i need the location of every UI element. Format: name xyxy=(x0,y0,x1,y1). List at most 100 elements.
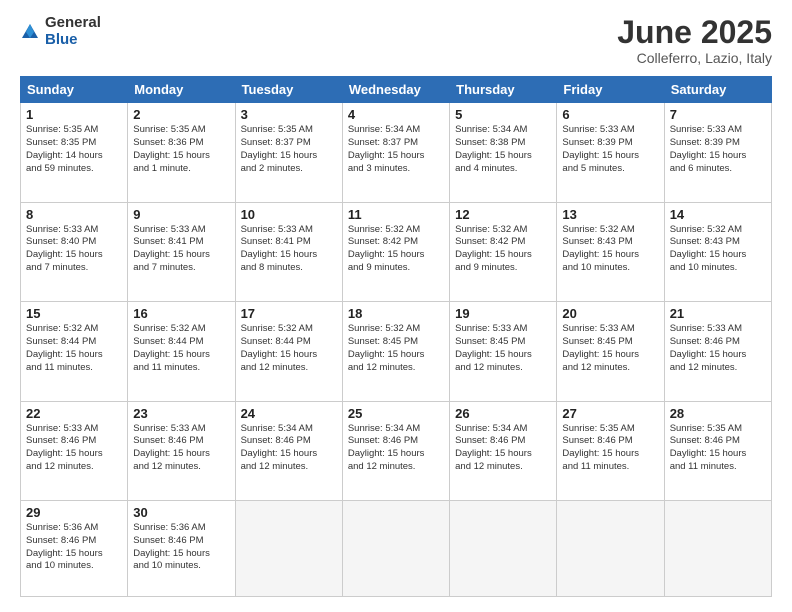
calendar-cell: 13Sunrise: 5:32 AMSunset: 8:43 PMDayligh… xyxy=(557,202,664,301)
day-info: Sunrise: 5:33 AMSunset: 8:46 PMDaylight:… xyxy=(133,423,229,474)
logo: General Blue xyxy=(20,15,101,48)
day-number: 11 xyxy=(348,207,444,222)
logo-general-text: General xyxy=(45,15,101,32)
calendar-week-row: 15 Sunrise: 5:32 AMSunset: 8:44 PMDayligh… xyxy=(21,302,772,401)
day-number: 9 xyxy=(133,207,229,222)
location-subtitle: Colleferro, Lazio, Italy xyxy=(617,50,772,66)
day-info: Sunrise: 5:32 AMSunset: 8:44 PMDaylight:… xyxy=(133,323,229,374)
calendar-cell: 16 Sunrise: 5:32 AMSunset: 8:44 PMDayligh… xyxy=(128,302,235,401)
day-info: Sunrise: 5:34 AMSunset: 8:46 PMDaylight:… xyxy=(241,423,337,474)
day-number: 22 xyxy=(26,406,122,421)
calendar-cell: 24 Sunrise: 5:34 AMSunset: 8:46 PMDayligh… xyxy=(235,401,342,500)
day-info: Sunrise: 5:33 AMSunset: 8:46 PMDaylight:… xyxy=(670,323,766,374)
day-number: 26 xyxy=(455,406,551,421)
calendar-cell: 14 Sunrise: 5:32 AMSunset: 8:43 PMDayligh… xyxy=(664,202,771,301)
calendar-cell: 15 Sunrise: 5:32 AMSunset: 8:44 PMDayligh… xyxy=(21,302,128,401)
day-info: Sunrise: 5:32 AMSunset: 8:44 PMDaylight:… xyxy=(26,323,122,374)
day-number: 28 xyxy=(670,406,766,421)
calendar-cell: 3 Sunrise: 5:35 AMSunset: 8:37 PMDaylight… xyxy=(235,103,342,202)
calendar-cell: 10 Sunrise: 5:33 AMSunset: 8:41 PMDayligh… xyxy=(235,202,342,301)
day-info: Sunrise: 5:33 AMSunset: 8:41 PMDaylight:… xyxy=(133,224,229,275)
day-number: 14 xyxy=(670,207,766,222)
day-info: Sunrise: 5:33 AMSunset: 8:39 PMDaylight:… xyxy=(670,124,766,175)
calendar-cell: 27 Sunrise: 5:35 AMSunset: 8:46 PMDayligh… xyxy=(557,401,664,500)
header-thursday: Thursday xyxy=(450,77,557,103)
calendar-cell xyxy=(342,500,449,596)
day-info: Sunrise: 5:34 AMSunset: 8:37 PMDaylight:… xyxy=(348,124,444,175)
logo-icon xyxy=(20,22,40,42)
day-number: 17 xyxy=(241,306,337,321)
day-info: Sunrise: 5:32 AMSunset: 8:43 PMDaylight:… xyxy=(670,224,766,275)
calendar-cell: 17 Sunrise: 5:32 AMSunset: 8:44 PMDayligh… xyxy=(235,302,342,401)
day-number: 29 xyxy=(26,505,122,520)
day-info: Sunrise: 5:33 AMSunset: 8:40 PMDaylight:… xyxy=(26,224,122,275)
month-title: June 2025 xyxy=(617,15,772,50)
day-number: 5 xyxy=(455,107,551,122)
calendar-cell: 7Sunrise: 5:33 AMSunset: 8:39 PMDaylight… xyxy=(664,103,771,202)
calendar-table: Sunday Monday Tuesday Wednesday Thursday… xyxy=(20,76,772,597)
calendar-cell: 1 Sunrise: 5:35 AMSunset: 8:35 PMDaylight… xyxy=(21,103,128,202)
day-number: 18 xyxy=(348,306,444,321)
calendar-cell xyxy=(450,500,557,596)
calendar-cell xyxy=(557,500,664,596)
calendar-cell: 11 Sunrise: 5:32 AMSunset: 8:42 PMDayligh… xyxy=(342,202,449,301)
weekday-header-row: Sunday Monday Tuesday Wednesday Thursday… xyxy=(21,77,772,103)
day-number: 19 xyxy=(455,306,551,321)
calendar-cell: 2 Sunrise: 5:35 AMSunset: 8:36 PMDaylight… xyxy=(128,103,235,202)
day-info: Sunrise: 5:33 AMSunset: 8:46 PMDaylight:… xyxy=(26,423,122,474)
day-info: Sunrise: 5:35 AMSunset: 8:37 PMDaylight:… xyxy=(241,124,337,175)
calendar-cell xyxy=(664,500,771,596)
title-block: June 2025 Colleferro, Lazio, Italy xyxy=(617,15,772,66)
calendar-week-row: 29 Sunrise: 5:36 AMSunset: 8:46 PMDayligh… xyxy=(21,500,772,596)
calendar-cell: 18Sunrise: 5:32 AMSunset: 8:45 PMDayligh… xyxy=(342,302,449,401)
day-info: Sunrise: 5:34 AMSunset: 8:38 PMDaylight:… xyxy=(455,124,551,175)
calendar-week-row: 22 Sunrise: 5:33 AMSunset: 8:46 PMDayligh… xyxy=(21,401,772,500)
day-number: 10 xyxy=(241,207,337,222)
header-saturday: Saturday xyxy=(664,77,771,103)
day-number: 25 xyxy=(348,406,444,421)
day-info: Sunrise: 5:33 AMSunset: 8:45 PMDaylight:… xyxy=(562,323,658,374)
header: General Blue June 2025 Colleferro, Lazio… xyxy=(20,15,772,66)
day-info: Sunrise: 5:32 AMSunset: 8:42 PMDaylight:… xyxy=(348,224,444,275)
day-number: 3 xyxy=(241,107,337,122)
day-number: 12 xyxy=(455,207,551,222)
calendar-cell: 21 Sunrise: 5:33 AMSunset: 8:46 PMDayligh… xyxy=(664,302,771,401)
day-info: Sunrise: 5:36 AMSunset: 8:46 PMDaylight:… xyxy=(26,522,122,573)
day-number: 15 xyxy=(26,306,122,321)
header-sunday: Sunday xyxy=(21,77,128,103)
calendar-week-row: 1 Sunrise: 5:35 AMSunset: 8:35 PMDaylight… xyxy=(21,103,772,202)
day-number: 2 xyxy=(133,107,229,122)
header-wednesday: Wednesday xyxy=(342,77,449,103)
day-info: Sunrise: 5:32 AMSunset: 8:44 PMDaylight:… xyxy=(241,323,337,374)
header-friday: Friday xyxy=(557,77,664,103)
calendar-cell: 8Sunrise: 5:33 AMSunset: 8:40 PMDaylight… xyxy=(21,202,128,301)
calendar-cell: 28Sunrise: 5:35 AMSunset: 8:46 PMDayligh… xyxy=(664,401,771,500)
calendar-cell: 25Sunrise: 5:34 AMSunset: 8:46 PMDayligh… xyxy=(342,401,449,500)
logo-blue-text: Blue xyxy=(45,32,101,49)
calendar-cell: 4 Sunrise: 5:34 AMSunset: 8:37 PMDaylight… xyxy=(342,103,449,202)
day-number: 20 xyxy=(562,306,658,321)
page: General Blue June 2025 Colleferro, Lazio… xyxy=(0,0,792,612)
day-number: 1 xyxy=(26,107,122,122)
day-info: Sunrise: 5:33 AMSunset: 8:45 PMDaylight:… xyxy=(455,323,551,374)
day-number: 30 xyxy=(133,505,229,520)
calendar-cell: 26Sunrise: 5:34 AMSunset: 8:46 PMDayligh… xyxy=(450,401,557,500)
day-info: Sunrise: 5:35 AMSunset: 8:36 PMDaylight:… xyxy=(133,124,229,175)
day-number: 13 xyxy=(562,207,658,222)
day-number: 21 xyxy=(670,306,766,321)
day-number: 24 xyxy=(241,406,337,421)
day-number: 27 xyxy=(562,406,658,421)
header-monday: Monday xyxy=(128,77,235,103)
day-number: 4 xyxy=(348,107,444,122)
day-number: 16 xyxy=(133,306,229,321)
day-number: 6 xyxy=(562,107,658,122)
day-info: Sunrise: 5:35 AMSunset: 8:35 PMDaylight:… xyxy=(26,124,122,175)
calendar-cell: 23Sunrise: 5:33 AMSunset: 8:46 PMDayligh… xyxy=(128,401,235,500)
calendar-cell: 12Sunrise: 5:32 AMSunset: 8:42 PMDayligh… xyxy=(450,202,557,301)
day-info: Sunrise: 5:35 AMSunset: 8:46 PMDaylight:… xyxy=(562,423,658,474)
calendar-week-row: 8Sunrise: 5:33 AMSunset: 8:40 PMDaylight… xyxy=(21,202,772,301)
day-info: Sunrise: 5:33 AMSunset: 8:41 PMDaylight:… xyxy=(241,224,337,275)
calendar-cell: 20 Sunrise: 5:33 AMSunset: 8:45 PMDayligh… xyxy=(557,302,664,401)
day-info: Sunrise: 5:36 AMSunset: 8:46 PMDaylight:… xyxy=(133,522,229,573)
calendar-cell: 30 Sunrise: 5:36 AMSunset: 8:46 PMDayligh… xyxy=(128,500,235,596)
